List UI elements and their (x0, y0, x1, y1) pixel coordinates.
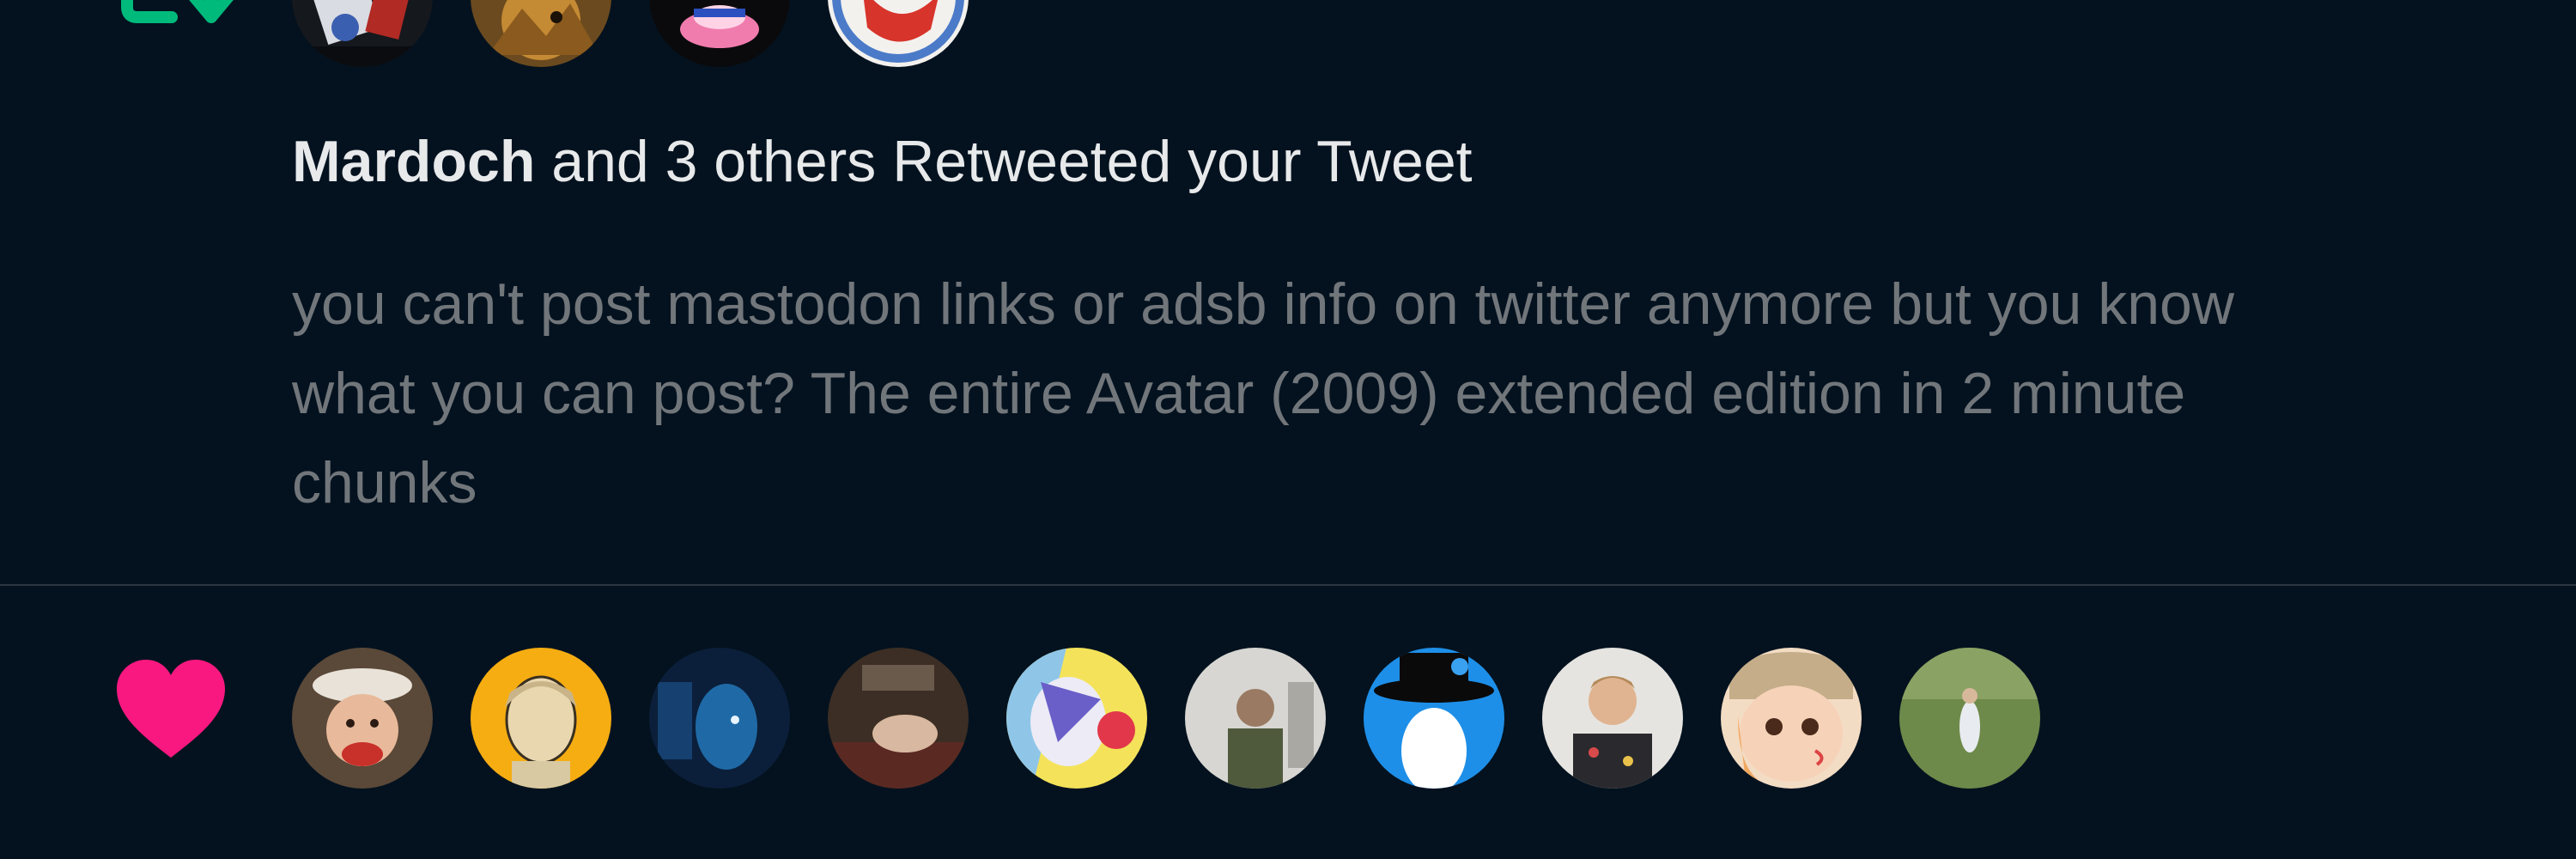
retweet-icon (121, 0, 234, 23)
tweet-text-line: you can't post mastodon links or adsb in… (292, 271, 2234, 337)
retweeter-avatar-2[interactable] (471, 0, 611, 67)
liker-avatar-2[interactable] (471, 648, 611, 789)
liker-avatar-3[interactable] (649, 648, 790, 789)
liker-avatar-7[interactable] (1364, 648, 1504, 789)
liker-avatar-4[interactable] (828, 648, 969, 789)
retweet-notification[interactable]: Mardoch and 3 others Retweeted your Twee… (0, 0, 2576, 584)
tweet-text[interactable]: you can't post mastodon links or adsb in… (292, 259, 2524, 527)
notifications-timeline: Mardoch and 3 others Retweeted your Twee… (0, 0, 2576, 859)
action-text: and 3 others Retweeted your Tweet (535, 129, 1473, 194)
liker-avatar-1[interactable] (292, 648, 433, 789)
retweeter-avatar-4[interactable] (828, 0, 969, 67)
actor-name[interactable]: Mardoch (292, 129, 535, 194)
liker-avatar-6[interactable] (1185, 648, 1326, 789)
liker-avatar-8[interactable] (1542, 648, 1683, 789)
retweeter-avatar-1[interactable] (292, 0, 433, 67)
liker-avatar-10[interactable] (1899, 648, 2040, 789)
heart-icon (117, 660, 225, 758)
retweeter-avatar-3[interactable] (649, 0, 790, 67)
liker-avatar-5[interactable] (1006, 648, 1147, 789)
tweet-text-line: what you can post? The entire Avatar (20… (292, 361, 2186, 426)
liker-avatar-9[interactable] (1721, 648, 1862, 789)
tweet-text-line: chunks (292, 450, 477, 515)
retweet-headline: Mardoch and 3 others Retweeted your Twee… (292, 123, 1473, 200)
